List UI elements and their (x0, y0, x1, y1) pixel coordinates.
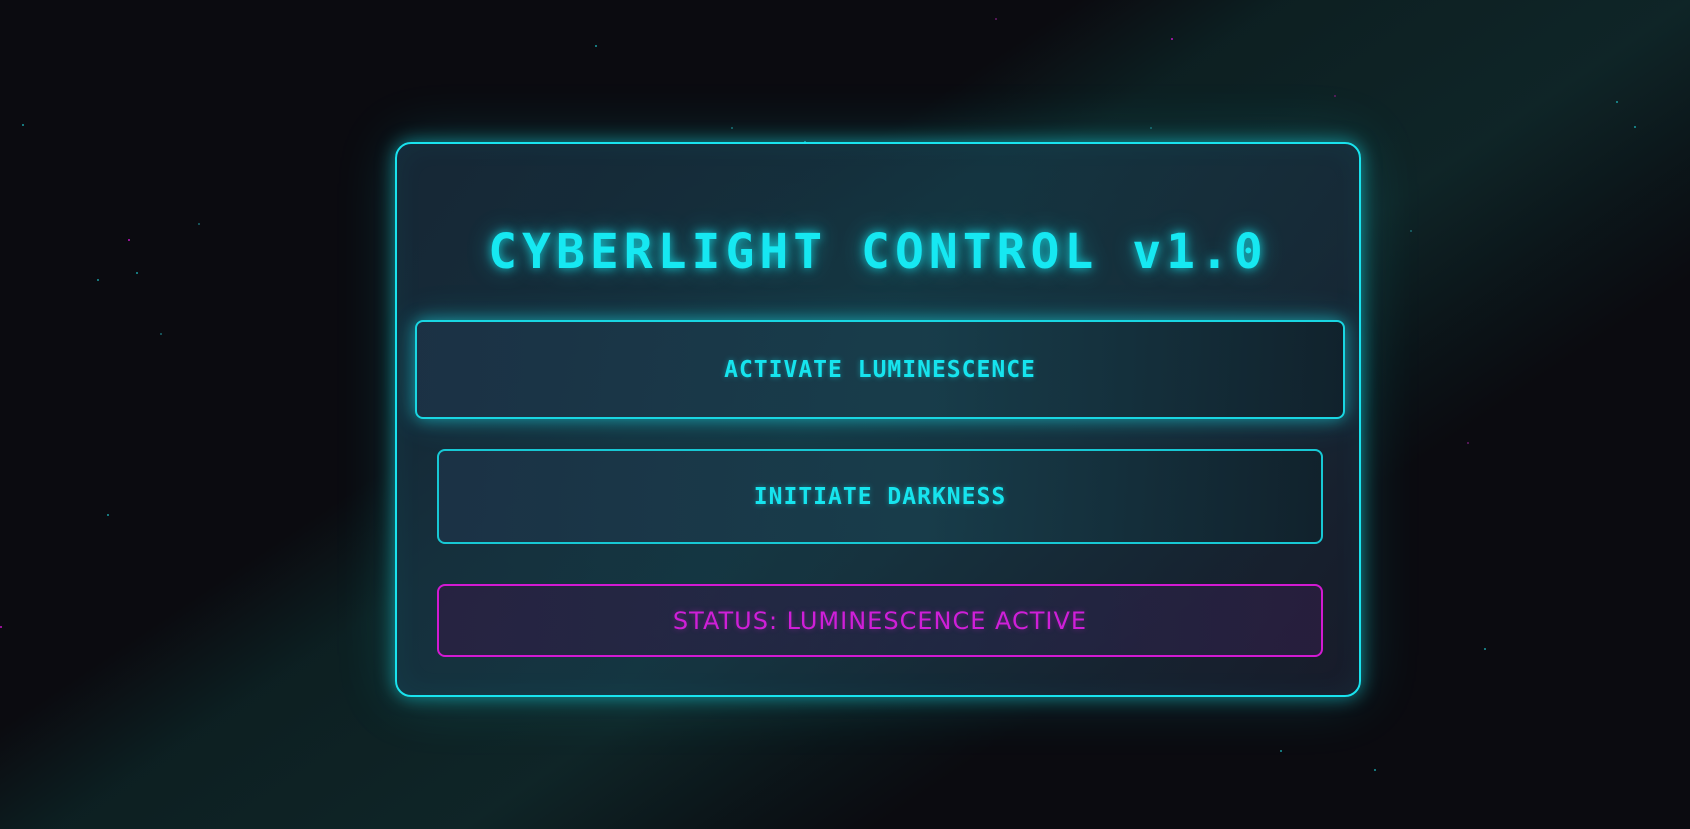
particle-dot (0, 626, 2, 628)
particle-dot (128, 239, 130, 241)
particle-dot (1634, 126, 1636, 128)
particle-dot (1171, 38, 1173, 40)
particle-dot (1410, 230, 1412, 232)
particle-dot (97, 279, 99, 281)
particle-dot (22, 124, 24, 126)
particle-dot (731, 127, 733, 129)
particle-dot (1150, 127, 1152, 129)
activate-luminescence-label: ACTIVATE LUMINESCENCE (724, 356, 1036, 383)
initiate-darkness-label: INITIATE DARKNESS (753, 483, 1007, 510)
particle-dot (1334, 95, 1336, 97)
particle-dot (136, 272, 138, 274)
app-stage: CYBERLIGHT CONTROL v1.0 ACTIVATE LUMINES… (0, 0, 1690, 829)
initiate-darkness-button[interactable]: INITIATE DARKNESS (437, 449, 1323, 544)
particle-dot (595, 45, 597, 47)
particle-dot (1280, 750, 1282, 752)
particle-dot (198, 223, 200, 225)
particle-dot (1374, 769, 1376, 771)
status-display: STATUS: LUMINESCENCE ACTIVE (437, 584, 1323, 657)
activate-luminescence-button[interactable]: ACTIVATE LUMINESCENCE (415, 320, 1345, 419)
particle-dot (107, 514, 109, 516)
particle-dot (1467, 442, 1469, 444)
particle-dot (995, 18, 997, 20)
particle-dot (1484, 648, 1486, 650)
particle-dot (1616, 101, 1618, 103)
control-panel: CYBERLIGHT CONTROL v1.0 ACTIVATE LUMINES… (395, 142, 1361, 697)
particle-dot (160, 333, 162, 335)
panel-title: CYBERLIGHT CONTROL v1.0 (488, 224, 1268, 280)
status-text: STATUS: LUMINESCENCE ACTIVE (672, 606, 1088, 635)
